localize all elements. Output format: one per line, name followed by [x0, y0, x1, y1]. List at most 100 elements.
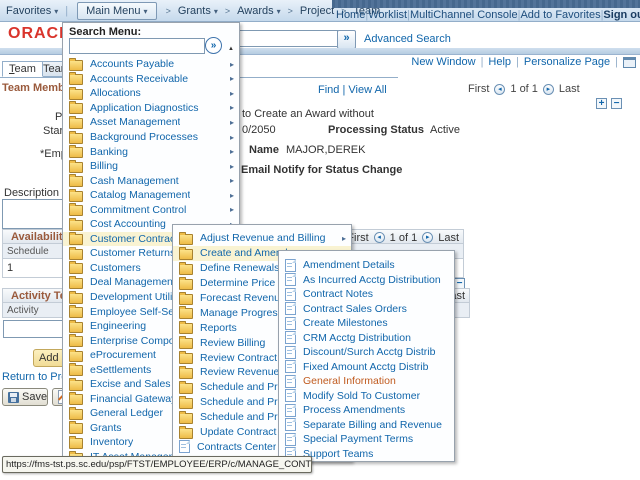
menu-item-label: Fixed Amount Acctg Distrib — [303, 361, 428, 373]
menu-item-label: Contract Notes — [303, 288, 373, 300]
menu-item-label: General Ledger — [90, 407, 163, 419]
menu-item-label: General Information — [303, 375, 396, 387]
header-link-home[interactable]: Home — [336, 9, 365, 21]
breadcrumb-separator — [288, 6, 293, 16]
menu-item-catalog-management[interactable]: Catalog Management — [63, 188, 239, 203]
processing-status-label: Processing Status — [328, 124, 424, 136]
header-link-worklist[interactable]: Worklist — [368, 9, 407, 21]
menu-item-as-incurred-acctg-distribution[interactable]: As Incurred Acctg Distribution — [279, 273, 454, 288]
main-menu-button[interactable]: Main Menu — [77, 2, 156, 20]
menu-item-contract-notes[interactable]: Contract Notes — [279, 287, 454, 302]
menu-item-allocations[interactable]: Allocations — [63, 86, 239, 101]
page-link-new-window[interactable]: New Window — [411, 56, 475, 68]
create-and-amend-submenu: Amendment Details As Incurred Acctg Distr… — [278, 250, 455, 462]
create-and-amend-list: Amendment Details As Incurred Acctg Distr… — [279, 258, 454, 461]
menu-item-process-amendments[interactable]: Process Amendments — [279, 403, 454, 418]
menu-item-application-diagnostics[interactable]: Application Diagnostics — [63, 101, 239, 116]
menu-item-label: Inventory — [90, 436, 133, 448]
favorites-menu[interactable]: Favorites — [6, 5, 58, 17]
menu-item-discount-surch-acctg-distrib[interactable]: Discount/Surch Acctg Distrib — [279, 345, 454, 360]
folder-icon — [69, 380, 83, 391]
menu-item-label: Customers — [90, 262, 141, 274]
header-link-multichannel-console[interactable]: MultiChannel Console — [410, 9, 518, 21]
menu-item-background-processes[interactable]: Background Processes — [63, 130, 239, 145]
menu-item-label: Support Teams — [303, 448, 373, 460]
menu-item-special-payment-terms[interactable]: Special Payment Terms — [279, 432, 454, 447]
breadcrumb-item-awards[interactable]: Awards — [237, 5, 281, 17]
folder-icon — [69, 74, 83, 85]
save-button-label: Save — [22, 391, 47, 403]
page-icon — [285, 302, 296, 315]
menu-item-label: Contract Sales Orders — [303, 303, 407, 315]
folder-icon — [179, 279, 193, 290]
menu-search-go-button[interactable] — [205, 37, 222, 54]
menu-item-accounts-payable[interactable]: Accounts Payable — [63, 57, 239, 72]
sign-out-link[interactable]: Sign out — [603, 9, 640, 21]
chevron-down-icon — [141, 5, 148, 17]
find-view-all-link[interactable]: Find | View All — [318, 84, 387, 96]
menu-item-fixed-amount-acctg-distrib[interactable]: Fixed Amount Acctg Distrib — [279, 360, 454, 375]
menu-item-general-information[interactable]: General Information — [279, 374, 454, 389]
menu-item-billing[interactable]: Billing — [63, 159, 239, 174]
menu-item-label: eSettlements — [90, 364, 151, 376]
menu-item-label: Commitment Control — [90, 204, 186, 216]
menu-item-label: Customer Returns — [90, 247, 175, 259]
menu-item-amendment-details[interactable]: Amendment Details — [279, 258, 454, 273]
award-warning-text: to Create an Award without — [242, 108, 374, 120]
add-row-button[interactable] — [596, 98, 607, 109]
chevron-down-icon — [51, 5, 58, 17]
nav-last-label[interactable]: Last — [559, 83, 580, 95]
menu-item-cash-management[interactable]: Cash Management — [63, 173, 239, 188]
header-link-add-to-favorites[interactable]: Add to Favorites — [520, 9, 600, 21]
page-link-personalize-page[interactable]: Personalize Page — [524, 56, 610, 68]
nav-last-label[interactable]: Last — [438, 232, 459, 244]
advanced-search-link[interactable]: Advanced Search — [364, 33, 451, 45]
menu-item-label: Amendment Details — [303, 259, 395, 271]
menu-item-modify-sold-to-customer[interactable]: Modify Sold To Customer — [279, 389, 454, 404]
chevron-down-icon — [274, 5, 281, 17]
menu-item-label: Create and Amend — [200, 247, 288, 259]
menu-item-adjust-revenue-and-billing[interactable]: Adjust Revenue and Billing — [173, 231, 351, 246]
menu-item-label: Asset Management — [90, 116, 180, 128]
save-button[interactable]: Save — [2, 388, 48, 406]
submenu-arrow-icon — [230, 118, 234, 127]
menu-item-contract-sales-orders[interactable]: Contract Sales Orders — [279, 302, 454, 317]
nav-next-button[interactable] — [543, 84, 554, 95]
menu-item-accounts-receivable[interactable]: Accounts Receivable — [63, 72, 239, 87]
breadcrumb-item-project[interactable]: Project — [300, 5, 334, 17]
delete-row-button[interactable] — [611, 98, 622, 109]
page-link-help[interactable]: Help — [488, 56, 511, 68]
folder-icon — [69, 278, 83, 289]
nav-next-button[interactable] — [422, 232, 433, 243]
page-icon — [285, 331, 296, 344]
folder-icon — [69, 191, 83, 202]
submenu-arrow-icon — [230, 60, 234, 69]
nav-prev-button[interactable] — [374, 232, 385, 243]
scroll-up-icon[interactable] — [228, 46, 234, 52]
breadcrumb-item-grants[interactable]: Grants — [178, 5, 218, 17]
folder-icon — [179, 428, 193, 439]
menu-search-input[interactable] — [69, 38, 205, 54]
menu-item-asset-management[interactable]: Asset Management — [63, 115, 239, 130]
menu-item-crm-acctg-distribution[interactable]: CRM Acctg Distribution — [279, 331, 454, 346]
folder-icon — [69, 322, 83, 333]
folder-icon — [69, 307, 83, 318]
page-icon — [285, 404, 296, 417]
nav-first-label[interactable]: First — [468, 83, 489, 95]
peoplesoft-application-window: Favorites Main Menu Grants Awards Project T… — [0, 0, 640, 480]
new-window-icon[interactable] — [623, 57, 636, 68]
search-go-button[interactable] — [337, 30, 356, 49]
submenu-arrow-icon — [230, 191, 234, 200]
menu-item-commitment-control[interactable]: Commitment Control — [63, 202, 239, 217]
menu-item-create-milestones[interactable]: Create Milestones — [279, 316, 454, 331]
menu-item-label: Billing — [90, 160, 118, 172]
menu-item-separate-billing-and-revenue[interactable]: Separate Billing and Revenue — [279, 418, 454, 433]
menu-item-label: Cash Management — [90, 175, 179, 187]
menu-item-label: Separate Billing and Revenue — [303, 419, 442, 431]
availability-title: Availability — [3, 231, 69, 243]
nav-prev-button[interactable] — [494, 84, 505, 95]
name-value: MAJOR,DEREK — [286, 144, 365, 156]
menu-item-banking[interactable]: Banking — [63, 144, 239, 159]
folder-icon — [69, 60, 83, 71]
tab-team[interactable]: Team — [2, 61, 43, 77]
